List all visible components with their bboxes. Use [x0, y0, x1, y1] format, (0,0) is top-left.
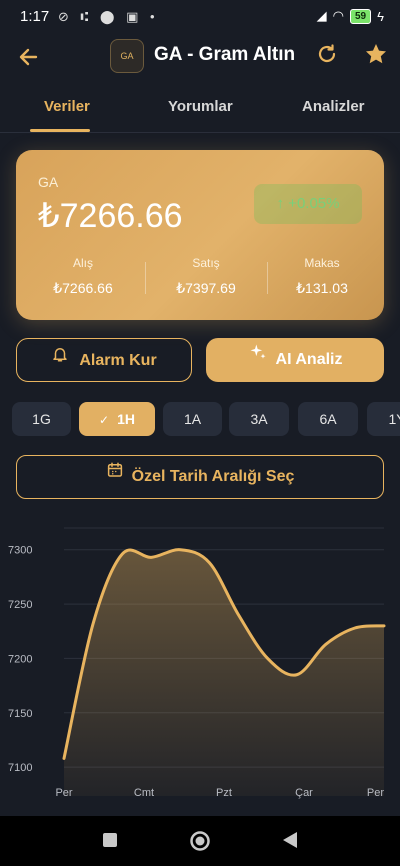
ai-analysis-button[interactable]: AI Analiz: [206, 338, 384, 382]
tab-analizler[interactable]: Analizler: [302, 98, 365, 115]
charging-icon: ϟ: [377, 8, 384, 24]
y-tick-label: 7100: [8, 762, 32, 774]
period-1h[interactable]: ✓ 1H: [79, 402, 155, 436]
period-1h-label: 1H: [117, 411, 135, 427]
calendar-icon: [106, 454, 124, 496]
period-1a[interactable]: 1A: [163, 402, 222, 436]
buy-label: Alış: [72, 256, 93, 270]
period-1g[interactable]: 1G: [12, 402, 71, 436]
x-tick-label: Pzt: [216, 787, 232, 799]
sparkle-icon: [248, 336, 268, 380]
buy-column: Alış ₺7266.66: [22, 256, 144, 297]
system-nav-bar: [0, 816, 400, 866]
sell-column: Satış ₺7397.69: [145, 256, 267, 297]
system-icons: ◢ ◠ 59 ϟ: [317, 8, 384, 24]
status-bar: 1:17 ⊘ ⑆ ⬤ ▣ • ◢ ◠ 59 ϟ: [0, 0, 400, 34]
favorite-star-icon[interactable]: [364, 42, 388, 72]
status-time: 1:17: [20, 8, 50, 25]
recents-icon[interactable]: [102, 832, 118, 853]
period-3a[interactable]: 3A: [229, 402, 289, 436]
price-card-symbol: GA: [38, 174, 59, 190]
battery-icon: 59: [349, 8, 372, 24]
period-6a[interactable]: 6A: [298, 402, 358, 436]
tab-yorumlar[interactable]: Yorumlar: [168, 98, 233, 115]
back-nav-icon[interactable]: [282, 831, 298, 854]
spread-column: Makas ₺131.03: [261, 256, 383, 297]
price-chart[interactable]: 7300 7250 7200 7150 7100 Per Cmt Pzt Çar Per: [0, 520, 400, 810]
spread-value: ₺131.03: [296, 280, 348, 296]
price-card: GA ₺7266.66 ↑ +0.05% Alış ₺7266.66 Satış…: [16, 150, 384, 320]
y-tick-label: 7300: [8, 545, 32, 557]
back-arrow-icon[interactable]: [16, 44, 42, 70]
chart-svg: 7300 7250 7200 7150 7100 Per Cmt Pzt Çar Per: [8, 527, 386, 799]
x-tick-label: Çar: [295, 787, 313, 799]
period-selector: 1G ✓ 1H 1A 3A 6A 1Y: [12, 402, 400, 436]
change-badge: ↑ +0.05%: [254, 184, 362, 224]
period-1y[interactable]: 1Y: [367, 402, 400, 436]
active-tab-indicator: [30, 129, 90, 132]
spread-label: Makas: [304, 256, 340, 270]
notification-icons: ⊘ ⑆ ⬤ ▣ •: [58, 9, 159, 24]
tab-veriler[interactable]: Veriler: [44, 98, 90, 115]
refresh-icon[interactable]: [315, 42, 339, 72]
x-tick-label: Per: [367, 787, 384, 799]
sell-label: Satış: [192, 256, 220, 270]
y-tick-label: 7250: [8, 599, 32, 611]
date-range-button[interactable]: Özel Tarih Aralığı Seç: [16, 455, 384, 499]
sell-value: ₺7397.69: [176, 280, 236, 296]
current-price: ₺7266.66: [38, 197, 183, 235]
x-tick-label: Cmt: [134, 787, 154, 799]
home-icon[interactable]: [189, 830, 211, 857]
check-icon: ✓: [99, 413, 110, 427]
signal-icon: ◢: [316, 8, 327, 23]
y-tick-label: 7200: [8, 653, 32, 665]
y-tick-label: 7150: [8, 708, 32, 720]
date-range-label: Özel Tarih Aralığı Seç: [131, 468, 295, 485]
ai-analysis-label: AI Analiz: [275, 351, 343, 368]
bell-icon: [51, 337, 69, 381]
asset-logo: GA: [110, 39, 144, 73]
set-alarm-label: Alarm Kur: [79, 352, 157, 369]
app-bar: GA GA - Gram Altın: [0, 34, 400, 80]
x-tick-label: Per: [55, 787, 72, 799]
set-alarm-button[interactable]: Alarm Kur: [16, 338, 192, 382]
wifi-icon: ◠: [332, 8, 344, 23]
tab-bar: Veriler Yorumlar Analizler: [0, 84, 400, 133]
buy-value: ₺7266.66: [53, 280, 113, 296]
page-title: GA - Gram Altın: [154, 44, 296, 65]
price-columns: Alış ₺7266.66 Satış ₺7397.69 Makas ₺131.…: [16, 256, 384, 302]
